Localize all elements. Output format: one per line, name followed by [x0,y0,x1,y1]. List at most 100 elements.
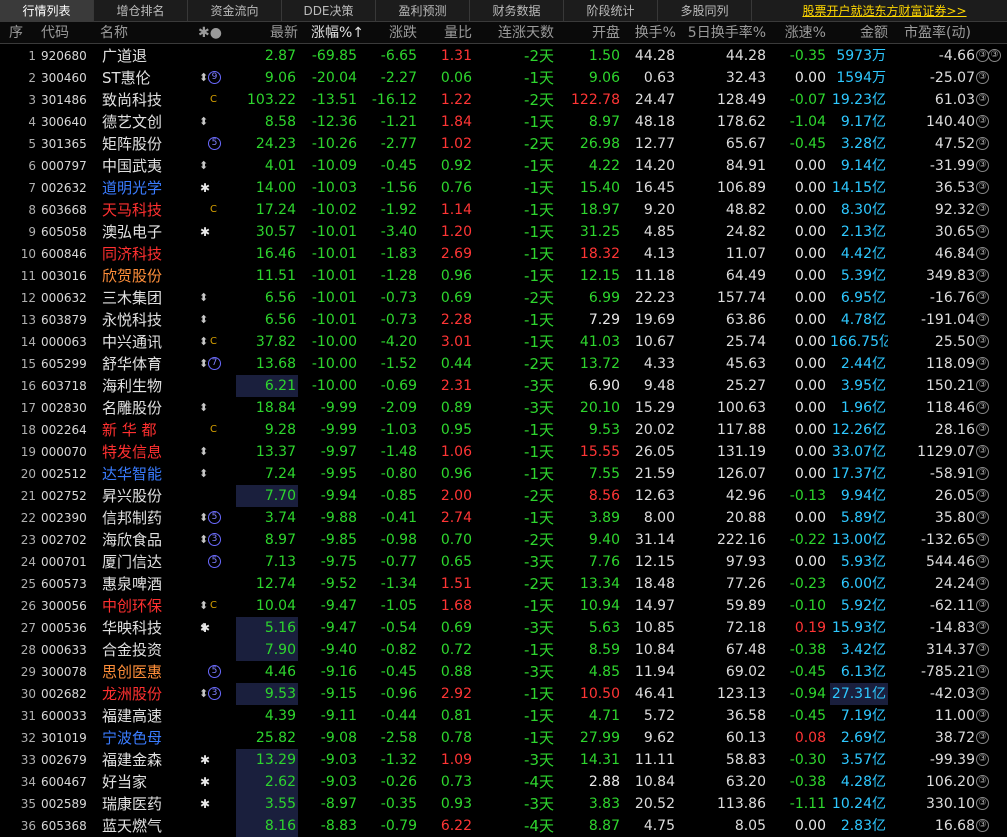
row-seq: 8 [28,203,36,217]
table-row[interactable]: 24 000701 厦门信达 5 7.13 -9.75 -0.77 0.65 -3天 7.76 12… [0,551,1007,573]
tab-financial-data[interactable]: 财务数据 [470,0,564,22]
table-row[interactable]: 28 000633 合金投资 7.90 -9.40 -0.82 0.72 -1天 8.59 10.… [0,639,1007,661]
brokerage-promo-link[interactable]: 股票开户就选东方财富证券>> [762,0,1007,22]
tab-profit-forecast[interactable]: 盈利预测 [376,0,470,22]
numbered-circle-icon: 5 [208,511,221,524]
col-speed[interactable]: 涨速% [776,22,826,44]
col-name[interactable]: 名称 [100,22,190,44]
latest-price: 12.74 [255,576,296,592]
table-row[interactable]: 17 002830 名雕股份 ⬍ 18.84 -9.99 -2.09 0.89 -3天 20.10… [0,397,1007,419]
stock-marks: ⬍ [196,309,236,331]
amount: 12.26亿 [831,422,886,438]
streak-days: -1天 [524,245,554,263]
latest-price: 18.84 [255,400,296,416]
tab-dde-decision[interactable]: DDE决策 [282,0,376,22]
table-row[interactable]: 33 002679 福建金森 ✱ 13.29 -9.03 -1.32 1.09 -3天 14.31… [0,749,1007,771]
table-row[interactable]: 36 605368 蓝天燃气 8.16 -8.83 -0.79 6.22 -4天 8.87 4.7… [0,815,1007,837]
col-volume-ratio[interactable]: 量比 [428,22,472,44]
table-row[interactable]: 15 605299 舒华体育 ⬍ 7 13.68 -10.00 -1.52 0.44 -2天 13.… [0,353,1007,375]
table-row[interactable]: 30 002682 龙洲股份 ⬍ 3 9.53 -9.15 -0.96 2.92 -1天 10.50… [0,683,1007,705]
change-pct: -10.03 [311,180,357,196]
table-row[interactable]: 34 600467 好当家 ✱ 2.62 -9.03 -0.26 0.73 -4天 2.88 10.… [0,771,1007,793]
table-row[interactable]: 7 002632 道明光学 ✱ 14.00 -10.03 -1.56 0.76 -1天 15.40… [0,177,1007,199]
table-row[interactable]: 26 300056 中创环保 ⬍ C 10.04 -9.47 -1.05 1.68 -1天 10.9… [0,595,1007,617]
col-amount[interactable]: 金额 [830,22,888,44]
speed: -0.45 [789,664,826,680]
table-row[interactable]: 23 002702 海欣食品 ⬍ 3 8.97 -9.85 -0.98 0.70 -2天 9.40 3… [0,529,1007,551]
stock-marks: R [196,243,236,265]
col-turnover-5d[interactable]: 5日换手率% [680,22,766,44]
table-row[interactable]: 6 000797 中国武夷 ⬍ 4.01 -10.09 -0.45 0.92 -1天 4.22 14… [0,155,1007,177]
table-row[interactable]: 16 603718 海利生物 6.21 -10.00 -0.69 2.31 -3天 6.90 9.… [0,375,1007,397]
col-code[interactable]: 代码 [41,22,101,44]
table-row[interactable]: 18 002264 新 华 都 C 9.28 -9.99 -1.03 0.95 -1天 9.53 2… [0,419,1007,441]
table-row[interactable]: 11 003016 欣贺股份 11.51 -10.01 -1.28 0.96 -1天 12.15… [0,265,1007,287]
open-price: 4.22 [588,158,620,174]
col-change[interactable]: 涨跌 [362,22,417,44]
streak-days: -3天 [524,751,554,769]
table-row[interactable]: 35 002589 瑞康医药 ✱ 3.55 -8.97 -0.35 0.93 -3天 3.83 20… [0,793,1007,815]
open-price: 6.99 [588,290,620,306]
table-row[interactable]: 27 000536 华映科技 ⬍ ✱ 5.16 -9.47 -0.54 0.69 -3天 5.63 1… [0,617,1007,639]
open-price: 18.32 [579,246,620,262]
pe-circle-icon: ③ [976,797,989,810]
pe-circle-icon: ③ [976,445,989,458]
table-row[interactable]: 22 002390 信邦制药 ⬍ 5 3.74 -9.88 -0.41 2.74 -1天 3.89 8… [0,507,1007,529]
amount: 6.95亿 [840,290,886,306]
speed: 0.00 [794,70,826,86]
table-row[interactable]: 5 301365 矩阵股份 R5 24.23 -10.26 -2.77 1.02 -2天 26.9… [0,133,1007,155]
open-price: 9.06 [588,70,620,86]
col-marks[interactable]: ✱● [198,22,236,44]
table-row[interactable]: 32 301019 宁波色母 R 25.82 -9.08 -2.58 0.78 -1天 27.99… [0,727,1007,749]
table-row[interactable]: 20 002512 达华智能 ⬍ 7.24 -9.95 -0.80 0.96 -1天 7.55 21… [0,463,1007,485]
speed: 0.00 [794,290,826,306]
speed: -0.38 [789,642,826,658]
table-row[interactable]: 13 603879 永悦科技 ⬍ 6.56 -10.01 -0.73 2.28 -1天 7.29 1… [0,309,1007,331]
table-row[interactable]: 10 600846 同济科技 R 16.46 -10.01 -1.83 2.69 -1天 18.3… [0,243,1007,265]
tab-multi-stock[interactable]: 多股同列 [658,0,752,22]
tab-quote-list[interactable]: 行情列表 [0,0,94,22]
table-row[interactable]: 1 920680 广道退 2.87 -69.85 -6.65 1.31 -2天 1.50 44.2… [0,45,1007,67]
stock-code: 000070 [41,445,87,459]
table-row[interactable]: 21 002752 昇兴股份 7.70 -9.94 -0.85 2.00 -2天 8.56 12.… [0,485,1007,507]
volume-ratio: 1.06 [440,444,472,460]
table-row[interactable]: 8 603668 天马科技 RC 17.24 -10.02 -1.92 1.14 -1天 18.9… [0,199,1007,221]
table-row[interactable]: 3 301486 致尚科技 RC 103.22 -13.51 -16.12 1.22 -2天 12… [0,89,1007,111]
change-value: -16.12 [371,92,417,108]
change-pct: -10.00 [311,334,357,350]
latest-price: 7.70 [236,485,298,507]
table-row[interactable]: 29 300078 思创医惠 5 4.46 -9.16 -0.45 0.88 -3天 4.85 11… [0,661,1007,683]
tab-capital-flow[interactable]: 资金流向 [188,0,282,22]
table-row[interactable]: 14 000063 中兴通讯 ⬍ C 37.82 -10.00 -4.20 3.01 -1天 41.… [0,331,1007,353]
col-pe[interactable]: 市盈率(动) [904,22,988,44]
volume-ratio: 0.73 [440,774,472,790]
stock-name: 中兴通讯 [102,333,163,351]
table-row[interactable]: 25 600573 惠泉啤酒 12.74 -9.52 -1.34 1.51 -2天 13.34 1… [0,573,1007,595]
table-row[interactable]: 9 605058 澳弘电子 ✱ 30.57 -10.01 -3.40 1.20 -1天 31.25… [0,221,1007,243]
col-price[interactable]: 最新 [236,22,298,44]
col-streak-days[interactable]: 连涨天数 [480,22,554,44]
speed: 0.00 [794,224,826,240]
streak-days: -1天 [524,443,554,461]
table-row[interactable]: 12 000632 三木集团 ⬍ 6.56 -10.01 -0.73 0.69 -2天 6.99 2… [0,287,1007,309]
amount: 9.14亿 [840,158,886,174]
open-price: 26.98 [579,136,620,152]
col-seq[interactable]: 序 [9,22,39,44]
tab-stage-stats[interactable]: 阶段统计 [564,0,658,22]
amount: 15.93亿 [831,620,886,636]
volume-ratio: 6.22 [440,818,472,834]
volume-ratio: 1.31 [440,48,472,64]
table-row[interactable]: 19 000070 特发信息 ⬍ 13.37 -9.97 -1.48 1.06 -1天 15.55… [0,441,1007,463]
col-change-pct[interactable]: 涨幅%↑ [296,22,364,44]
table-row[interactable]: 4 300640 德艺文创 ⬍ 8.58 -12.36 -1.21 1.84 -1天 8.97 48… [0,111,1007,133]
latest-price: 3.55 [236,793,298,815]
table-row[interactable]: 31 600033 福建高速 4.39 -9.11 -0.44 0.81 -1天 4.71 5.7… [0,705,1007,727]
speed: -0.22 [789,532,826,548]
speed: -0.94 [789,686,826,702]
table-row[interactable]: 2 300460 ST惠伦 ⬍ 9 9.06 -20.04 -2.27 0.06 -1天 9.06 0… [0,67,1007,89]
col-turnover[interactable]: 换手% [626,22,676,44]
col-open[interactable]: 开盘 [566,22,620,44]
c-badge-icon: C [210,336,217,347]
tab-position-rank[interactable]: 增仓排名 [94,0,188,22]
volume-ratio: 0.93 [440,796,472,812]
